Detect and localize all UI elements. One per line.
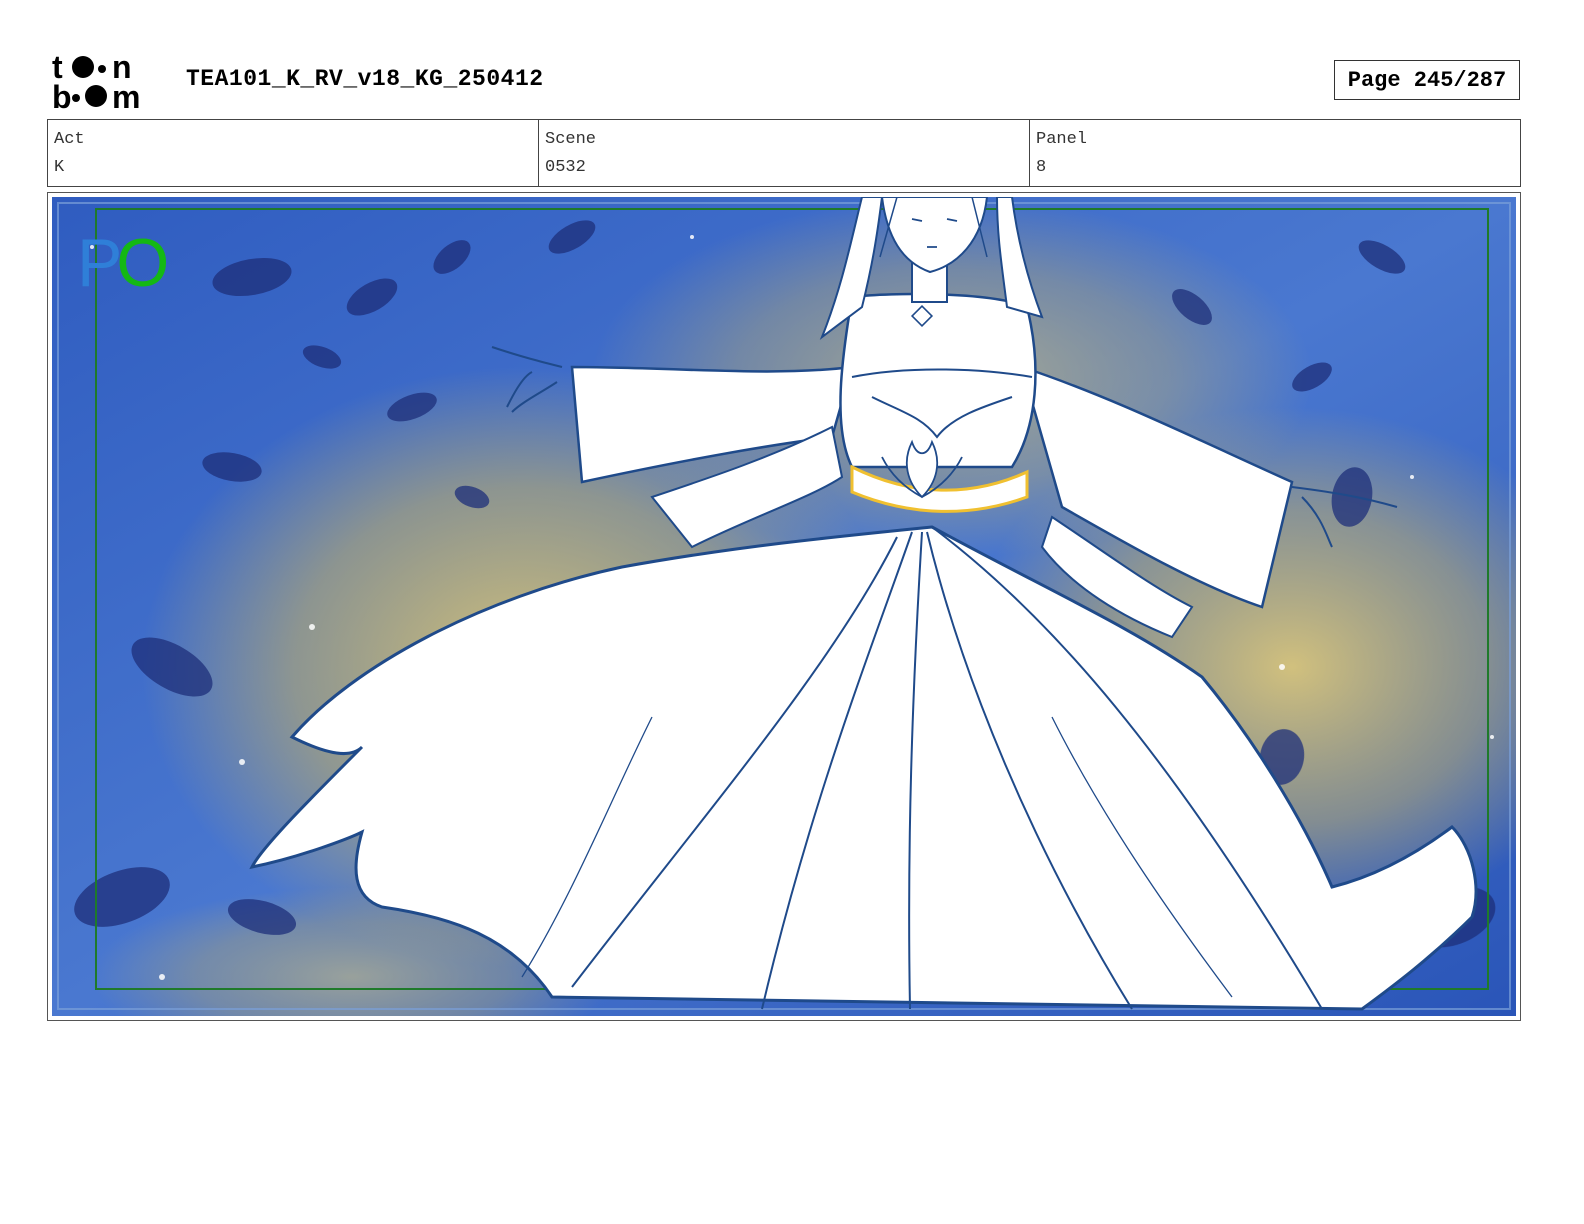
info-table: Act K Scene 0532 Panel 8	[47, 119, 1521, 187]
svg-text:m: m	[112, 79, 140, 112]
scene-label: Scene	[545, 130, 597, 149]
scene-value: 0532	[545, 158, 586, 177]
act-cell: Act K	[48, 120, 539, 186]
page-number: Page 245/287	[1347, 67, 1507, 93]
panel-artwork	[52, 197, 1516, 1016]
toon-boom-logo: t n b m	[52, 50, 140, 112]
corner-mark-p: P	[77, 225, 122, 301]
corner-mark: PO	[77, 229, 169, 297]
act-label: Act	[54, 130, 85, 149]
panel-value: 8	[1036, 158, 1047, 177]
document-title: TEA101_K_RV_v18_KG_250412	[186, 66, 544, 92]
page-number-box: Page 245/287	[1334, 60, 1520, 100]
panel-cell: Panel 8	[1030, 120, 1520, 186]
corner-mark-o: O	[116, 225, 169, 301]
act-value: K	[54, 158, 65, 177]
panel-label: Panel	[1036, 130, 1088, 149]
storyboard-panel: PO	[47, 192, 1521, 1021]
scene-cell: Scene 0532	[539, 120, 1030, 186]
svg-text:b: b	[52, 79, 72, 112]
